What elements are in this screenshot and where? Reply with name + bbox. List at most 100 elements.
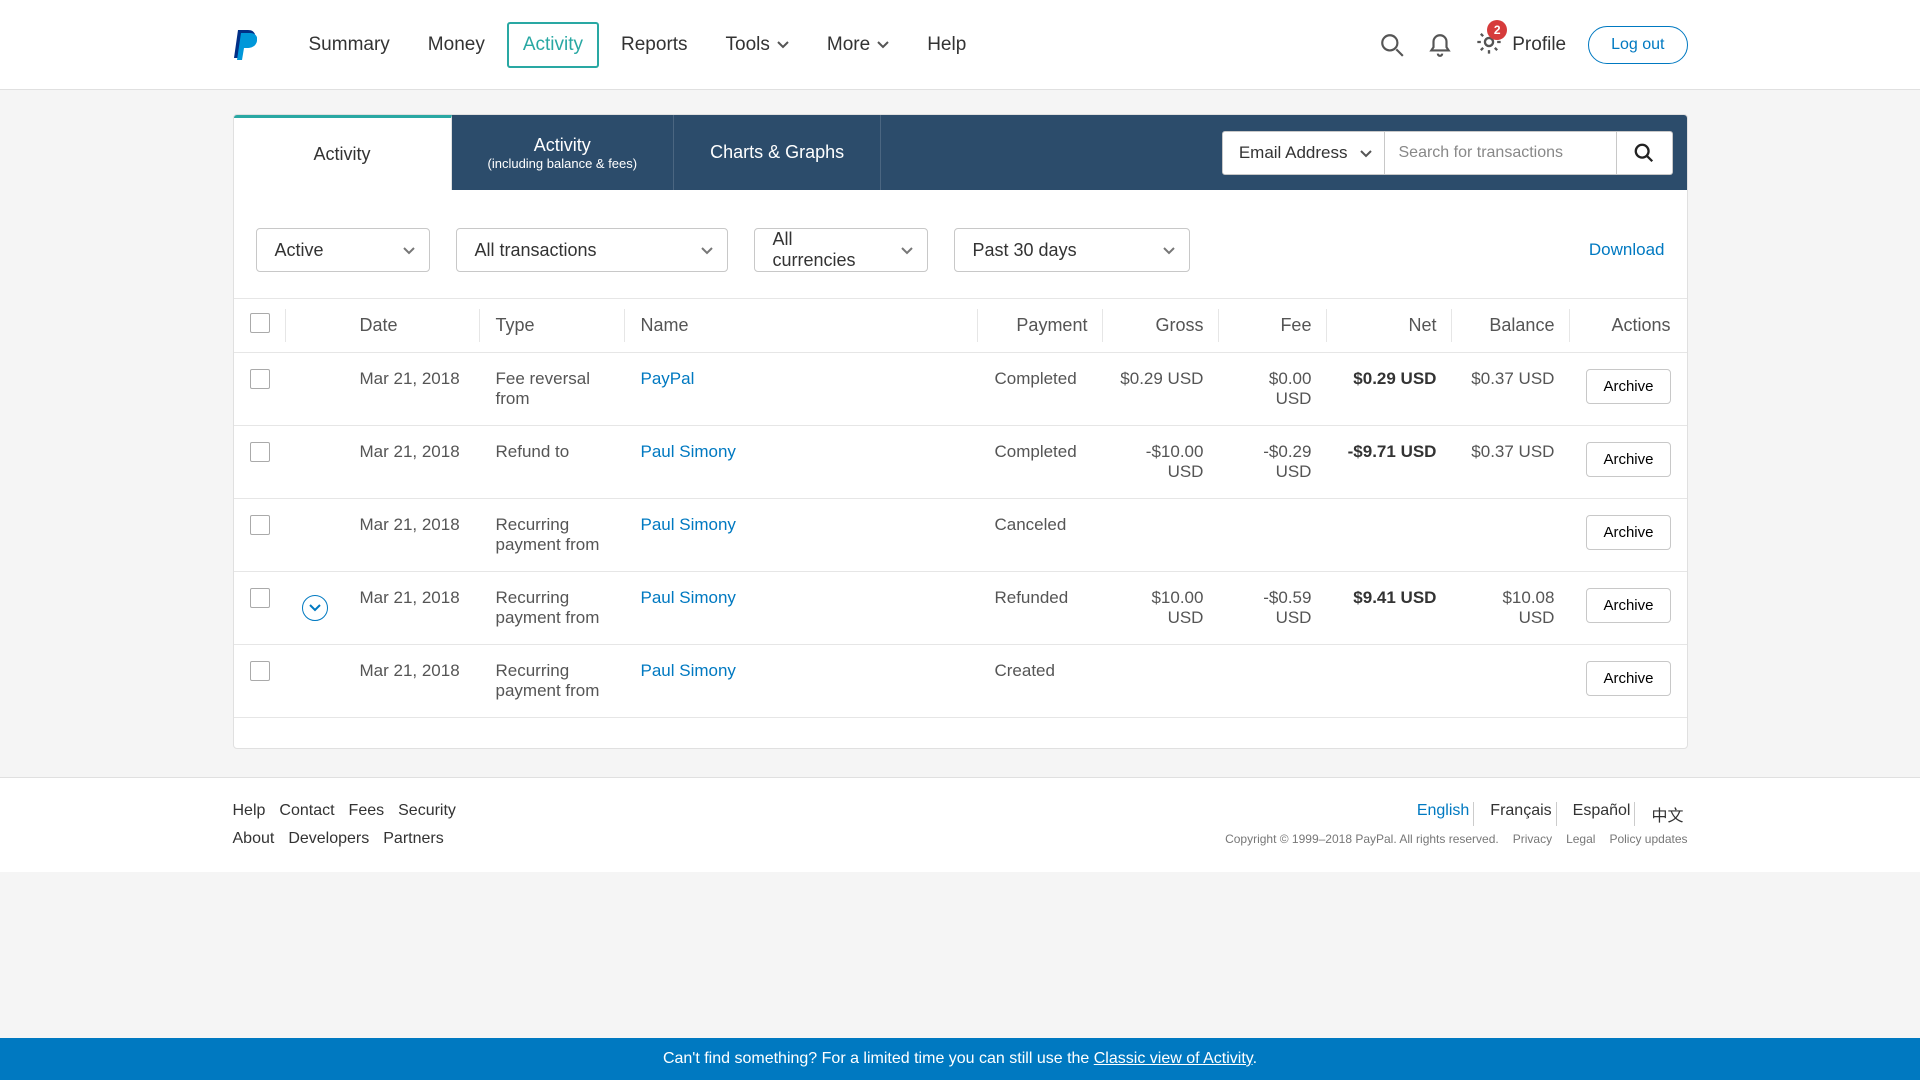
nav-money[interactable]: Money (412, 22, 501, 68)
subtab-charts[interactable]: Charts & Graphs (674, 115, 881, 190)
row-checkbox[interactable] (250, 661, 270, 681)
transactions-table: Date Type Name Payment Gross Fee Net Bal… (234, 298, 1687, 718)
filter-transactions[interactable]: All transactions (456, 228, 728, 272)
archive-button[interactable]: Archive (1586, 515, 1670, 550)
chevron-down-icon (1360, 150, 1372, 158)
col-net: Net (1327, 299, 1452, 353)
col-actions: Actions (1570, 299, 1686, 353)
cell-date: Mar 21, 2018 (344, 499, 480, 572)
row-checkbox[interactable] (250, 369, 270, 389)
lang-中文[interactable]: 中文 (1647, 802, 1687, 826)
footer-link-fees[interactable]: Fees (349, 802, 385, 820)
table-row: Mar 21, 2018Recurring payment fromPaul S… (234, 499, 1687, 572)
col-name: Name (625, 299, 979, 353)
logout-button[interactable]: Log out (1588, 26, 1687, 64)
row-checkbox[interactable] (250, 442, 270, 462)
footer-link-developers[interactable]: Developers (288, 830, 369, 848)
filter-currency[interactable]: All currencies (754, 228, 928, 272)
classic-view-link[interactable]: Classic view of Activity (1094, 1050, 1253, 1067)
settings-profile[interactable]: 2 Profile (1475, 28, 1566, 61)
select-all-checkbox[interactable] (250, 313, 270, 333)
filter-currency-value: All currencies (773, 229, 881, 271)
subtab-activity-balance-label: Activity (534, 135, 591, 156)
legal-link-privacy[interactable]: Privacy (1513, 832, 1552, 846)
cell-date: Mar 21, 2018 (344, 645, 480, 718)
cell-name-link[interactable]: PayPal (641, 369, 695, 388)
cell-name-link[interactable]: Paul Simony (641, 661, 736, 680)
search-button[interactable] (1617, 131, 1673, 175)
footer-link-help[interactable]: Help (233, 802, 266, 820)
nav-tools[interactable]: Tools (710, 22, 805, 68)
copyright-text: Copyright © 1999–2018 PayPal. All rights… (1225, 832, 1499, 846)
cell-name-link[interactable]: Paul Simony (641, 515, 736, 534)
col-type: Type (480, 299, 625, 353)
nav-help[interactable]: Help (911, 22, 982, 68)
lang-english[interactable]: English (1413, 802, 1474, 826)
cell-fee (1219, 645, 1327, 718)
row-checkbox[interactable] (250, 515, 270, 535)
cell-fee: -$0.59 USD (1219, 572, 1327, 645)
nav-more[interactable]: More (811, 22, 905, 68)
filter-status-value: Active (275, 240, 324, 261)
footer-link-security[interactable]: Security (398, 802, 456, 820)
expand-row-button[interactable] (302, 595, 328, 621)
cell-gross: $0.29 USD (1103, 353, 1219, 426)
archive-button[interactable]: Archive (1586, 588, 1670, 623)
search-type-select[interactable]: Email Address (1222, 131, 1385, 175)
cell-balance (1452, 645, 1570, 718)
filter-date-value: Past 30 days (973, 240, 1077, 261)
cell-date: Mar 21, 2018 (344, 426, 480, 499)
filter-transactions-value: All transactions (475, 240, 597, 261)
cell-balance (1452, 499, 1570, 572)
paypal-logo[interactable] (233, 27, 257, 63)
cell-type: Fee reversal from (480, 353, 625, 426)
archive-button[interactable]: Archive (1586, 369, 1670, 404)
search-input[interactable] (1385, 131, 1617, 175)
nav-activity[interactable]: Activity (507, 22, 599, 68)
subtab-activity[interactable]: Activity (234, 115, 452, 190)
lang-español[interactable]: Español (1569, 802, 1636, 826)
cell-type: Recurring payment from (480, 572, 625, 645)
archive-button[interactable]: Archive (1586, 442, 1670, 477)
cell-date: Mar 21, 2018 (344, 353, 480, 426)
cell-payment: Refunded (978, 572, 1103, 645)
lang-français[interactable]: Français (1486, 802, 1556, 826)
subtab-activity-balance[interactable]: Activity (including balance & fees) (452, 115, 675, 190)
cell-name-link[interactable]: Paul Simony (641, 442, 736, 461)
cell-balance: $10.08 USD (1452, 572, 1570, 645)
footer-link-about[interactable]: About (233, 830, 275, 848)
nav-reports[interactable]: Reports (605, 22, 704, 68)
chevron-down-icon (777, 41, 789, 49)
filter-date[interactable]: Past 30 days (954, 228, 1190, 272)
activity-card: Activity Activity (including balance & f… (233, 114, 1688, 749)
cell-payment: Completed (978, 426, 1103, 499)
nav-summary[interactable]: Summary (293, 22, 406, 68)
cell-gross: -$10.00 USD (1103, 426, 1219, 499)
col-date: Date (344, 299, 480, 353)
legal-link-policy-updates[interactable]: Policy updates (1609, 832, 1687, 846)
search-icon[interactable] (1379, 32, 1405, 58)
cell-type: Refund to (480, 426, 625, 499)
search-type-value: Email Address (1239, 143, 1348, 163)
classic-view-banner: Can't find something? For a limited time… (0, 1038, 1920, 1080)
col-fee: Fee (1219, 299, 1327, 353)
download-link[interactable]: Download (1589, 240, 1665, 260)
chevron-down-icon (1163, 247, 1175, 255)
col-payment: Payment (978, 299, 1103, 353)
archive-button[interactable]: Archive (1586, 661, 1670, 696)
bell-icon[interactable] (1427, 32, 1453, 58)
cell-gross (1103, 645, 1219, 718)
col-gross: Gross (1103, 299, 1219, 353)
cell-net: $9.41 USD (1327, 572, 1452, 645)
subtab-activity-balance-sub: (including balance & fees) (488, 156, 638, 171)
legal-link-legal[interactable]: Legal (1566, 832, 1595, 846)
table-row: Mar 21, 2018Recurring payment fromPaul S… (234, 645, 1687, 718)
cell-net: -$9.71 USD (1327, 426, 1452, 499)
filter-status[interactable]: Active (256, 228, 430, 272)
row-checkbox[interactable] (250, 588, 270, 608)
cell-name-link[interactable]: Paul Simony (641, 588, 736, 607)
footer-link-contact[interactable]: Contact (279, 802, 334, 820)
footer-link-partners[interactable]: Partners (383, 830, 443, 848)
banner-pre: Can't find something? For a limited time… (663, 1050, 1094, 1067)
cell-payment: Canceled (978, 499, 1103, 572)
